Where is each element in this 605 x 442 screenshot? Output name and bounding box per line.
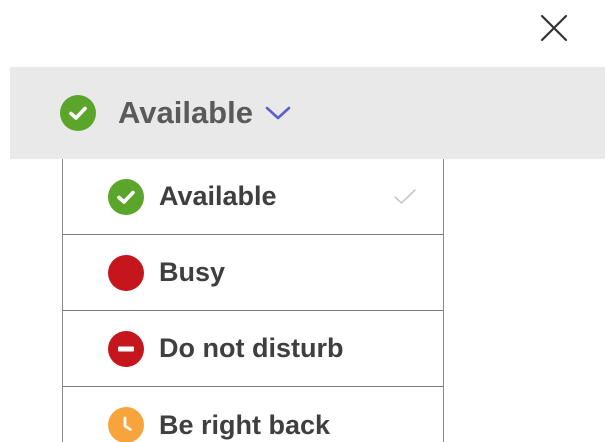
clock-circle-icon (108, 407, 144, 442)
status-option-label: Be right back (159, 409, 331, 440)
current-status-label: Available (118, 95, 253, 130)
status-option-busy[interactable]: Busy (63, 235, 443, 311)
status-dropdown[interactable]: Available (10, 67, 605, 159)
minus-circle-icon (108, 330, 144, 367)
status-option-label: Do not disturb (159, 333, 344, 363)
status-option-label: Available (159, 181, 277, 211)
chevron-down-icon (265, 105, 291, 121)
check-circle-icon (108, 178, 144, 215)
close-icon (540, 14, 568, 42)
filled-circle-icon (108, 254, 144, 291)
status-option-available[interactable]: Available (63, 159, 443, 235)
selected-check-icon (393, 188, 417, 206)
status-panel: Available Available Busy Do not disturb … (0, 0, 605, 442)
status-option-do-not-disturb[interactable]: Do not disturb (63, 311, 443, 387)
status-option-label: Busy (159, 257, 226, 287)
available-status-icon (60, 95, 96, 131)
check-icon (69, 106, 87, 120)
status-menu: Available Busy Do not disturb Be right b… (62, 159, 444, 442)
close-button[interactable] (532, 8, 576, 48)
status-option-be-right-back[interactable]: Be right back (63, 387, 443, 442)
